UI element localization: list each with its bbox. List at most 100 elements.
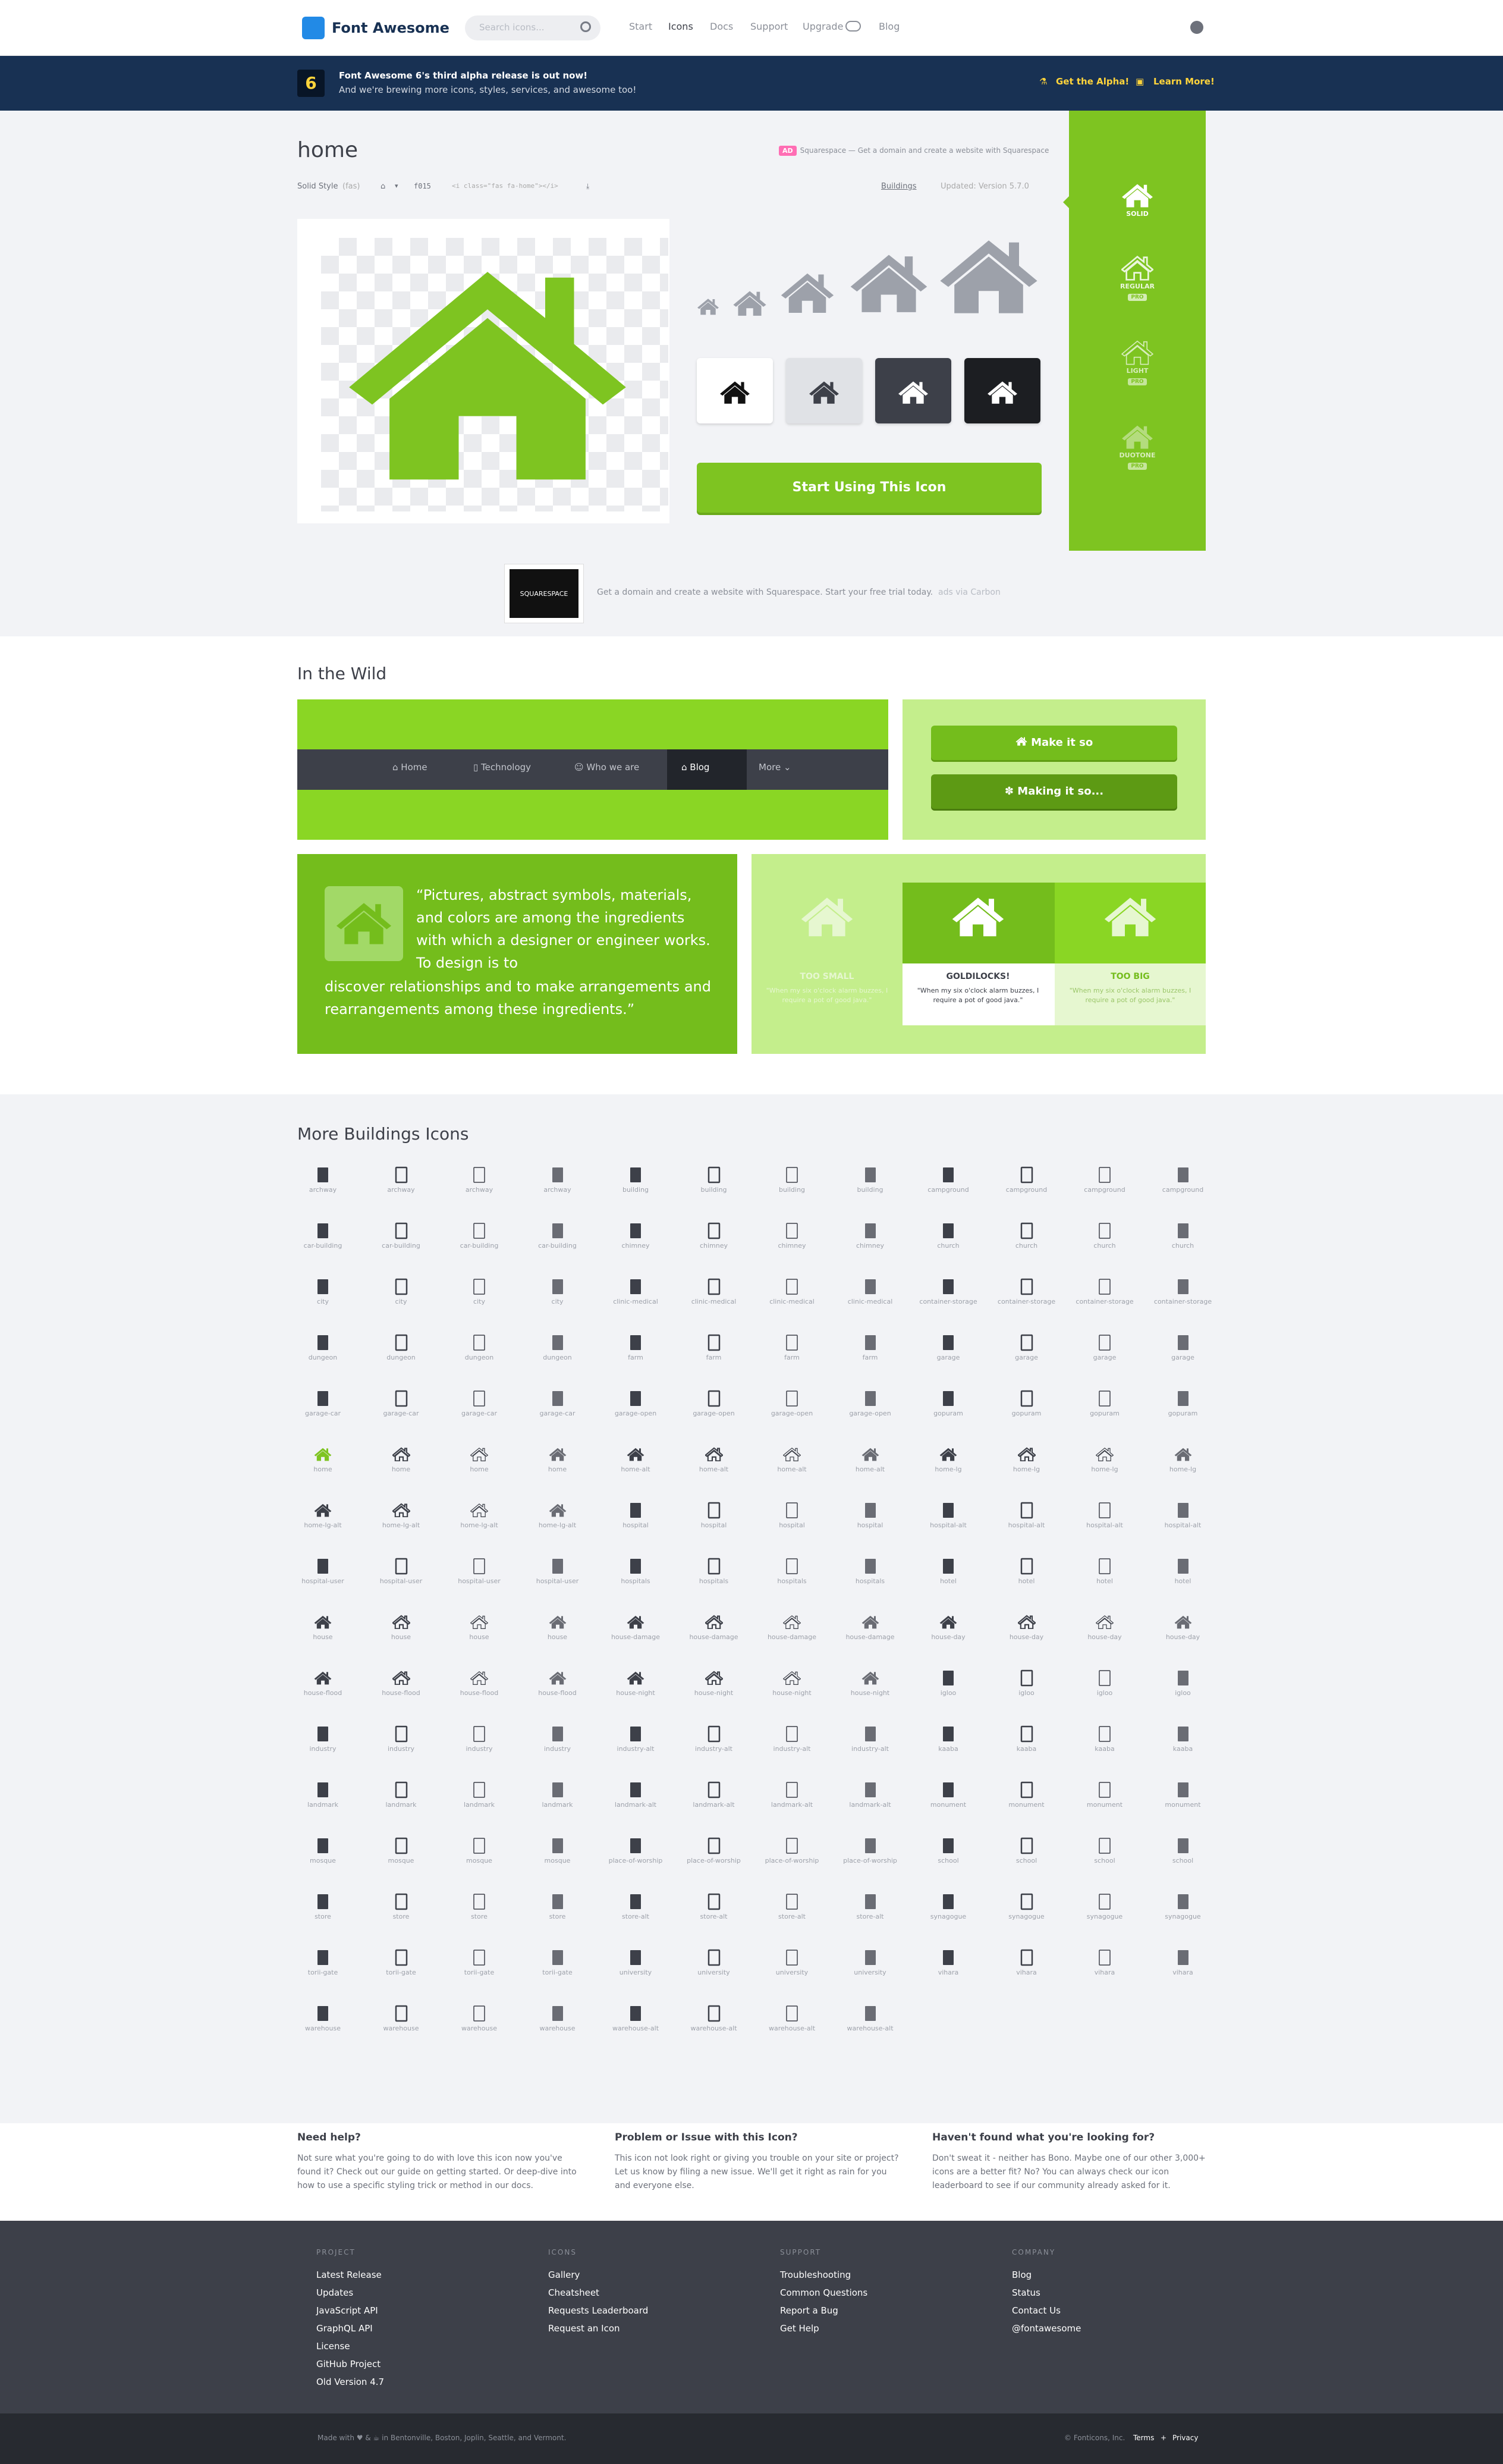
banner-subtitle[interactable]: And we're brewing more icons, styles, se… bbox=[339, 84, 636, 95]
nav-start[interactable]: Start bbox=[629, 21, 652, 32]
footer-link[interactable]: Report a Bug bbox=[780, 2302, 867, 2319]
store-icon-tile[interactable]: store bbox=[441, 1892, 518, 1921]
home-size-xs-icon[interactable] bbox=[697, 297, 719, 315]
vihara-icon-tile[interactable]: vihara bbox=[910, 1948, 987, 1977]
home-icon-tile[interactable]: home bbox=[441, 1445, 518, 1474]
landmark-alt-icon-tile[interactable]: landmark-alt bbox=[597, 1781, 674, 1809]
footer-link[interactable]: Troubleshooting bbox=[780, 2266, 867, 2284]
landmark-icon-tile[interactable]: landmark bbox=[284, 1781, 361, 1809]
warehouse-icon-tile[interactable]: warehouse bbox=[441, 2004, 518, 2033]
footer-link[interactable]: Common Questions bbox=[780, 2284, 867, 2302]
city-icon-tile[interactable]: city bbox=[284, 1277, 361, 1306]
igloo-icon-tile[interactable]: igloo bbox=[1066, 1669, 1143, 1697]
dungeon-icon-tile[interactable]: dungeon bbox=[519, 1333, 596, 1362]
industry-icon-tile[interactable]: industry bbox=[519, 1725, 596, 1753]
torii-gate-icon-tile[interactable]: torii-gate bbox=[519, 1948, 596, 1977]
house-day-icon-tile[interactable]: house-day bbox=[1144, 1613, 1222, 1641]
clinic-medical-icon-tile[interactable]: clinic-medical bbox=[832, 1277, 909, 1306]
home-alt-icon-tile[interactable]: home-alt bbox=[753, 1445, 831, 1474]
synagogue-icon-tile[interactable]: synagogue bbox=[1144, 1892, 1222, 1921]
house-icon-tile[interactable]: house bbox=[363, 1613, 440, 1641]
school-icon-tile[interactable]: school bbox=[910, 1837, 987, 1865]
car-building-icon-tile[interactable]: car-building bbox=[363, 1222, 440, 1250]
clinic-medical-icon-tile[interactable]: clinic-medical bbox=[675, 1277, 753, 1306]
gopuram-icon-tile[interactable]: gopuram bbox=[910, 1389, 987, 1418]
store-icon-tile[interactable]: store bbox=[519, 1892, 596, 1921]
building-icon-tile[interactable]: building bbox=[753, 1166, 831, 1194]
container-storage-icon-tile[interactable]: container-storage bbox=[1066, 1277, 1143, 1306]
clinic-medical-icon-tile[interactable]: clinic-medical bbox=[753, 1277, 831, 1306]
category-link[interactable]: Buildings bbox=[881, 182, 917, 191]
building-icon-tile[interactable]: building bbox=[832, 1166, 909, 1194]
house-icon-tile[interactable]: house bbox=[519, 1613, 596, 1641]
gopuram-icon-tile[interactable]: gopuram bbox=[1066, 1389, 1143, 1418]
house-damage-icon-tile[interactable]: house-damage bbox=[753, 1613, 831, 1641]
footer-link[interactable]: Get Help bbox=[780, 2319, 867, 2337]
hospital-icon-tile[interactable]: hospital bbox=[675, 1501, 753, 1530]
hospital-user-icon-tile[interactable]: hospital-user bbox=[284, 1557, 361, 1586]
footer-link[interactable]: License bbox=[316, 2337, 384, 2355]
torii-gate-icon-tile[interactable]: torii-gate bbox=[363, 1948, 440, 1977]
warehouse-icon-tile[interactable]: warehouse bbox=[519, 2004, 596, 2033]
footer-link[interactable]: Updates bbox=[316, 2284, 384, 2302]
hospital-icon-tile[interactable]: hospital bbox=[597, 1501, 674, 1530]
home-size-md-icon[interactable] bbox=[780, 270, 835, 314]
garage-car-icon-tile[interactable]: garage-car bbox=[284, 1389, 361, 1418]
carbon-via[interactable]: ads via Carbon bbox=[938, 588, 1001, 597]
garage-icon-tile[interactable]: garage bbox=[910, 1333, 987, 1362]
industry-alt-icon-tile[interactable]: industry-alt bbox=[753, 1725, 831, 1753]
store-icon-tile[interactable]: store bbox=[284, 1892, 361, 1921]
car-building-icon-tile[interactable]: car-building bbox=[284, 1222, 361, 1250]
gopuram-icon-tile[interactable]: gopuram bbox=[988, 1389, 1065, 1418]
privacy-link[interactable]: Privacy bbox=[1172, 2434, 1198, 2442]
carbon-ad-image[interactable]: SQUARESPACE bbox=[504, 564, 584, 623]
building-icon-tile[interactable]: building bbox=[675, 1166, 753, 1194]
garage-open-icon-tile[interactable]: garage-open bbox=[675, 1389, 753, 1418]
church-icon-tile[interactable]: church bbox=[910, 1222, 987, 1250]
footer-link[interactable]: Latest Release bbox=[316, 2266, 384, 2284]
font-awesome-logo-icon[interactable] bbox=[302, 17, 325, 39]
garage-open-icon-tile[interactable]: garage-open bbox=[832, 1389, 909, 1418]
industry-icon-tile[interactable]: industry bbox=[441, 1725, 518, 1753]
making-it-so-button[interactable]: ✽ Making it so... bbox=[931, 774, 1177, 809]
house-day-icon-tile[interactable]: house-day bbox=[1066, 1613, 1143, 1641]
house-night-icon-tile[interactable]: house-night bbox=[832, 1669, 909, 1697]
home-icon-tile[interactable]: home bbox=[284, 1445, 361, 1474]
landmark-icon-tile[interactable]: landmark bbox=[363, 1781, 440, 1809]
hospital-alt-icon-tile[interactable]: hospital-alt bbox=[988, 1501, 1065, 1530]
search-icon[interactable] bbox=[580, 21, 591, 32]
get-alpha-link[interactable]: Get the Alpha! bbox=[1056, 76, 1129, 87]
home-size-lg-icon[interactable] bbox=[849, 250, 929, 314]
chimney-icon-tile[interactable]: chimney bbox=[753, 1222, 831, 1250]
warehouse-alt-icon-tile[interactable]: warehouse-alt bbox=[832, 2004, 909, 2033]
store-alt-icon-tile[interactable]: store-alt bbox=[832, 1892, 909, 1921]
nav-docs[interactable]: Docs bbox=[710, 21, 733, 32]
footer-link[interactable]: Cheatsheet bbox=[548, 2284, 648, 2302]
footer-link[interactable]: Request an Icon bbox=[548, 2319, 648, 2337]
place-of-worship-icon-tile[interactable]: place-of-worship bbox=[675, 1837, 753, 1865]
home-lg-alt-icon-tile[interactable]: home-lg-alt bbox=[363, 1501, 440, 1530]
home-lg-icon-tile[interactable]: home-lg bbox=[988, 1445, 1065, 1474]
mosque-icon-tile[interactable]: mosque bbox=[284, 1837, 361, 1865]
carbon-ad-text[interactable]: Get a domain and create a website with S… bbox=[597, 588, 1001, 597]
nav-icons[interactable]: Icons bbox=[668, 21, 693, 32]
igloo-icon-tile[interactable]: igloo bbox=[1144, 1669, 1222, 1697]
garage-icon-tile[interactable]: garage bbox=[988, 1333, 1065, 1362]
footer-link[interactable]: Contact Us bbox=[1012, 2302, 1081, 2319]
example-nav-more[interactable]: More ⌄ bbox=[759, 762, 791, 773]
code-icon[interactable]: ▾ bbox=[395, 182, 398, 190]
swatch-light-gray[interactable] bbox=[786, 358, 862, 423]
home-icon-tile[interactable]: home bbox=[519, 1445, 596, 1474]
nav-blog[interactable]: Blog bbox=[879, 21, 900, 32]
dungeon-icon-tile[interactable]: dungeon bbox=[441, 1333, 518, 1362]
kaaba-icon-tile[interactable]: kaaba bbox=[910, 1725, 987, 1753]
example-nav-home[interactable]: ⌂ Home bbox=[392, 762, 427, 773]
footer-link[interactable]: Gallery bbox=[548, 2266, 648, 2284]
chimney-icon-tile[interactable]: chimney bbox=[597, 1222, 674, 1250]
farm-icon-tile[interactable]: farm bbox=[597, 1333, 674, 1362]
example-nav-technology[interactable]: ▯ Technology bbox=[473, 762, 531, 773]
footer-link[interactable]: @fontawesome bbox=[1012, 2319, 1081, 2337]
industry-icon-tile[interactable]: industry bbox=[284, 1725, 361, 1753]
landmark-icon-tile[interactable]: landmark bbox=[441, 1781, 518, 1809]
chimney-icon-tile[interactable]: chimney bbox=[832, 1222, 909, 1250]
